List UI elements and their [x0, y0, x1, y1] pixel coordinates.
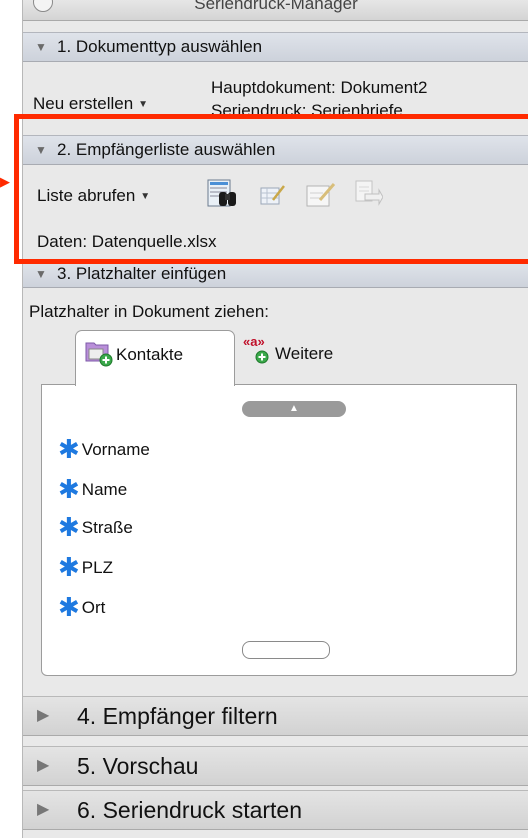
tab-weitere-label: Weitere: [275, 344, 334, 363]
disclosure-collapsed-icon[interactable]: ▶: [37, 747, 49, 785]
field-add-icon: [255, 350, 269, 364]
merge-field-star-icon: ✱: [58, 512, 80, 542]
create-new-dropdown[interactable]: Neu erstellen ▼: [33, 94, 148, 114]
section4-header[interactable]: ▶ 4. Empfänger filtern: [23, 696, 528, 736]
merge-field-star-icon: ✱: [58, 552, 80, 582]
placeholder-list[interactable]: ▲ ✱ Vorname ✱ Name ✱ Straße ✱ PLZ ✱ Ort: [41, 384, 517, 676]
scroll-down-button[interactable]: [242, 641, 330, 659]
field-label: Name: [81, 480, 128, 499]
field-label: PLZ: [81, 558, 113, 577]
merge-field-star-icon: ✱: [58, 474, 80, 504]
section6-header[interactable]: ▶ 6. Seriendruck starten: [23, 790, 528, 830]
window-title: Seriendruck-Manager: [194, 0, 358, 13]
section4-title: 4. Empfänger filtern: [77, 703, 278, 729]
section5-title: 5. Vorschau: [77, 753, 199, 779]
disclosure-collapsed-icon[interactable]: ▶: [37, 697, 49, 735]
list-item[interactable]: ✱ Vorname: [58, 434, 150, 464]
merge-type-label: Seriendruck: Serienbriefe: [211, 101, 403, 114]
contacts-add-icon: [85, 342, 113, 367]
section3-title: 3. Platzhalter einfügen: [57, 264, 227, 283]
list-item[interactable]: ✱ Straße: [58, 512, 133, 542]
merge-field-star-icon: ✱: [58, 434, 80, 464]
list-item[interactable]: ✱ PLZ: [58, 552, 113, 582]
list-item[interactable]: ✱ Ort: [58, 592, 106, 622]
section3-header[interactable]: ▼ 3. Platzhalter einfügen: [23, 262, 528, 288]
merge-field-star-icon: ✱: [58, 592, 80, 622]
section1-title: 1. Dokumenttyp auswählen: [57, 37, 263, 56]
field-label: Straße: [81, 518, 133, 537]
section1-header[interactable]: ▼ 1. Dokumenttyp auswählen: [23, 32, 528, 62]
annotation-arrow-icon: ▶: [0, 174, 10, 189]
highlight-frame: [14, 114, 528, 264]
scroll-up-button[interactable]: ▲: [242, 401, 346, 417]
main-document-label: Hauptdokument: Dokument2: [211, 78, 428, 97]
list-item[interactable]: ✱ Name: [58, 474, 128, 504]
dropdown-arrow-icon: ▼: [138, 99, 149, 110]
tab-kontakte[interactable]: Kontakte: [75, 330, 235, 386]
disclosure-collapsed-icon[interactable]: ▶: [37, 791, 49, 829]
merge-type-clip: Seriendruck: Serienbriefe: [211, 101, 528, 114]
disclosure-expanded-icon[interactable]: ▼: [35, 33, 47, 61]
field-label: Ort: [81, 598, 106, 617]
window-titlebar: Seriendruck-Manager: [23, 0, 528, 21]
field-label: Vorname: [81, 440, 150, 459]
disclosure-expanded-icon[interactable]: ▼: [35, 263, 47, 285]
tab-kontakte-label: Kontakte: [116, 345, 184, 364]
section5-header[interactable]: ▶ 5. Vorschau: [23, 746, 528, 786]
section6-title: 6. Seriendruck starten: [77, 797, 303, 823]
create-new-label: Neu erstellen: [33, 94, 134, 113]
drag-placeholder-instruction: Platzhalter in Dokument ziehen:: [29, 302, 270, 321]
tab-weitere[interactable]: «a» Weitere: [237, 330, 367, 370]
